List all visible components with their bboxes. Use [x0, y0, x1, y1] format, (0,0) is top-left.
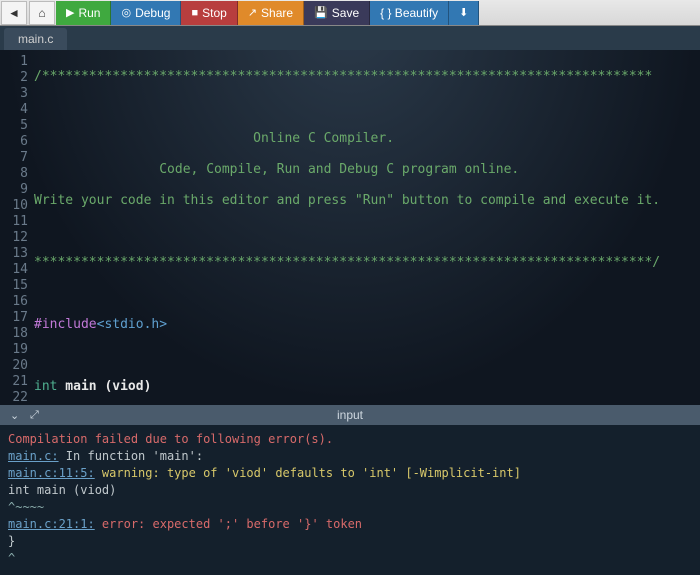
stop-button[interactable]: ■ Stop — [181, 1, 237, 25]
output-warning: warning: type of 'viod' defaults to 'int… — [95, 466, 521, 480]
output-link[interactable]: main.c: — [8, 449, 59, 463]
share-label: Share — [261, 6, 293, 20]
output-panel: Compilation failed due to following erro… — [0, 425, 700, 575]
code-line: ****************************************… — [34, 255, 660, 270]
code-line: Online C Compiler. — [253, 131, 394, 146]
chevron-down-icon[interactable]: ⌄ — [10, 409, 19, 422]
output-link[interactable]: main.c:21:1: — [8, 517, 95, 531]
code-line: Write your code in this editor and press… — [34, 193, 660, 208]
output-link[interactable]: main.c:11:5: — [8, 466, 95, 480]
code-token: #include — [34, 317, 97, 332]
code-line: Code, Compile, Run and Debug C program o… — [159, 162, 519, 177]
target-icon: ◎ — [121, 6, 131, 19]
save-label: Save — [332, 6, 359, 20]
input-label: input — [337, 408, 363, 422]
code-token: <stdio.h> — [97, 317, 167, 332]
tab-main-c[interactable]: main.c — [4, 28, 67, 50]
run-button[interactable]: ▶ Run — [56, 1, 111, 25]
stop-label: Stop — [202, 6, 227, 20]
output-text: } — [8, 533, 692, 550]
output-text: In function 'main': — [59, 449, 204, 463]
line-gutter: 12345678910111213141516171819202122 — [0, 50, 34, 405]
input-panel-header[interactable]: ⌄ ⤢ input — [0, 405, 700, 425]
stop-icon: ■ — [191, 7, 198, 19]
code-line: /***************************************… — [34, 69, 652, 84]
debug-button[interactable]: ◎ Debug — [111, 1, 181, 25]
debug-label: Debug — [135, 6, 170, 20]
home-button[interactable]: ⌂ — [29, 1, 55, 25]
back-button[interactable]: ◄ — [1, 1, 27, 25]
code-token: main (viod) — [57, 379, 151, 394]
download-button[interactable]: ⬇ — [449, 1, 479, 25]
beautify-label: { } Beautify — [380, 6, 438, 20]
code-token: int — [34, 379, 57, 394]
beautify-button[interactable]: { } Beautify — [370, 1, 449, 25]
code-editor[interactable]: 12345678910111213141516171819202122 /***… — [0, 50, 700, 405]
expand-icon[interactable]: ⤢ — [30, 409, 39, 422]
output-text: int main (viod) — [8, 482, 692, 499]
share-icon: ↗ — [248, 6, 257, 19]
code-area[interactable]: /***************************************… — [34, 50, 700, 405]
save-icon: 💾 — [314, 6, 328, 19]
output-caret: ^~~~~ — [8, 499, 692, 516]
tab-row: main.c — [0, 26, 700, 50]
share-button[interactable]: ↗ Share — [238, 1, 304, 25]
play-icon: ▶ — [66, 6, 74, 19]
output-error: error: expected ';' before '}' token — [95, 517, 362, 531]
save-button[interactable]: 💾 Save — [304, 1, 370, 25]
toolbar: ◄ ⌂ ▶ Run ◎ Debug ■ Stop ↗ Share 💾 Save { } B… — [0, 0, 700, 26]
output-caret: ^ — [8, 550, 692, 567]
compile-error-header: Compilation failed due to following erro… — [8, 431, 692, 448]
download-icon: ⬇ — [459, 6, 468, 19]
run-label: Run — [78, 6, 100, 20]
